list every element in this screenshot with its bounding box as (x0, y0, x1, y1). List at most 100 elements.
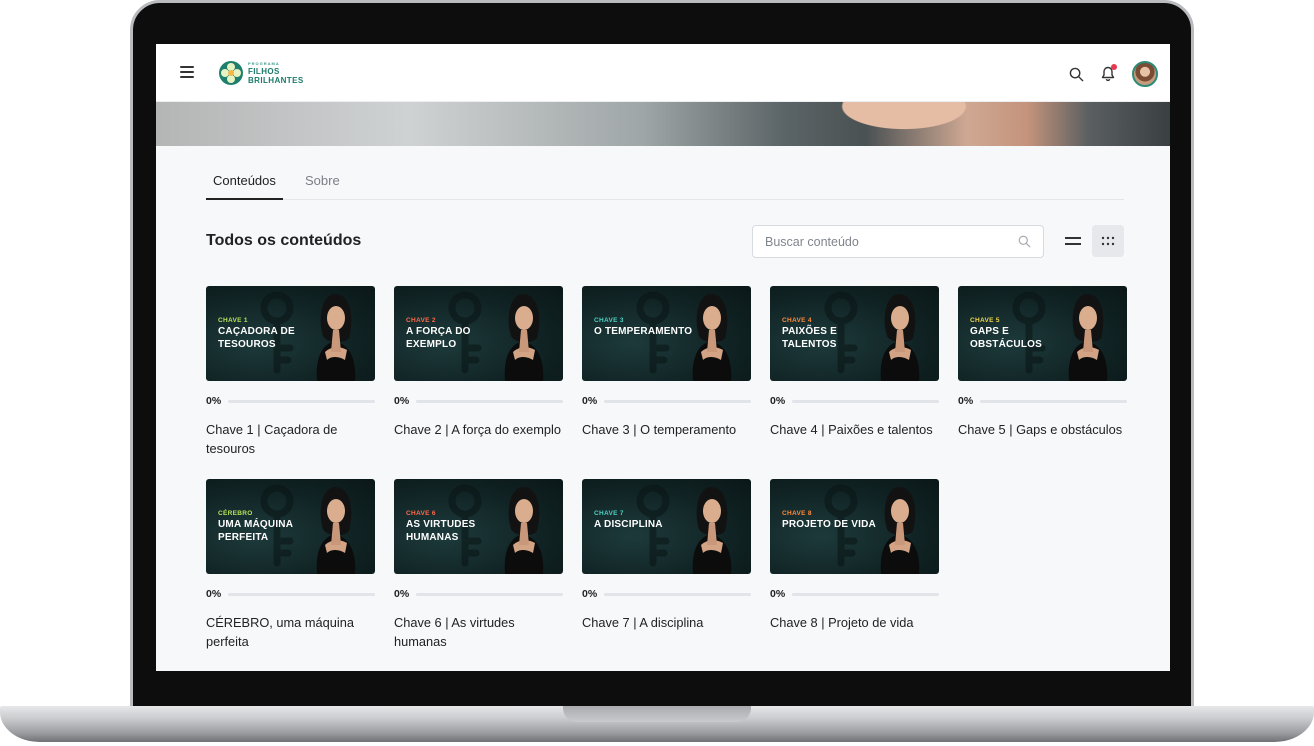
progress-percent: 0% (394, 588, 410, 600)
card-title[interactable]: Chave 1 | Caçadora de tesouros (206, 420, 375, 458)
card-thumb-title: AS VIRTUDES HUMANAS (406, 519, 476, 543)
tabs: Conteúdos Sobre (206, 170, 1124, 200)
card-thumb-title: A DISCIPLINA (594, 519, 663, 530)
progress-percent: 0% (394, 395, 410, 407)
app-screen: PROGRAMA FILHOS BRILHANTES Conteúdos Sob… (156, 44, 1170, 671)
logo-line-1: FILHOS (248, 67, 280, 76)
content-card-4[interactable]: CHAVE 4 PAIXÕES E TALENTOS 0% Chave 4 | … (770, 286, 939, 439)
content-card-9[interactable]: CHAVE 8 PROJETO DE VIDA 0% Chave 8 | Pro… (770, 479, 939, 632)
hero-banner (156, 102, 1170, 146)
search-icon (1069, 67, 1083, 81)
card-thumbnail: CHAVE 3 O TEMPERAMENTO (582, 286, 751, 381)
card-title[interactable]: Chave 6 | As virtudes humanas (394, 613, 563, 651)
card-title[interactable]: Chave 2 | A força do exemplo (394, 420, 563, 439)
card-title[interactable]: Chave 8 | Projeto de vida (770, 613, 939, 632)
card-progress: 0% (770, 588, 939, 600)
card-chave-label: CHAVE 7 (594, 510, 624, 517)
card-thumb-title: PAIXÕES E TALENTOS (782, 326, 837, 350)
laptop-notch (563, 706, 751, 722)
hamburger-icon[interactable] (180, 66, 194, 78)
logo-text: PROGRAMA FILHOS BRILHANTES (248, 61, 304, 85)
search-icon (1018, 235, 1031, 248)
card-chave-label: CHAVE 5 (970, 317, 1000, 324)
card-chave-label: CHAVE 4 (782, 317, 812, 324)
content-card-8[interactable]: CHAVE 7 A DISCIPLINA 0% Chave 7 | A disc… (582, 479, 751, 632)
content-card-3[interactable]: CHAVE 3 O TEMPERAMENTO 0% Chave 3 | O te… (582, 286, 751, 439)
logo-icon (219, 61, 243, 85)
card-progress: 0% (582, 588, 751, 600)
progress-bar (416, 592, 563, 596)
tab-conteudos[interactable]: Conteúdos (206, 170, 283, 200)
avatar[interactable] (1132, 61, 1158, 87)
content-card-1[interactable]: CHAVE 1 CAÇADORA DE TESOUROS 0% Chave 1 … (206, 286, 375, 458)
progress-bar (228, 592, 375, 596)
card-thumb-title: O TEMPERAMENTO (594, 326, 693, 337)
card-progress: 0% (394, 395, 563, 407)
progress-percent: 0% (582, 588, 598, 600)
notification-dot (1111, 64, 1117, 70)
card-thumb-title: UMA MÁQUINA PERFEITA (218, 519, 293, 543)
progress-bar (792, 592, 939, 596)
progress-percent: 0% (206, 588, 222, 600)
card-title[interactable]: Chave 7 | A disciplina (582, 613, 751, 632)
card-thumb-title: CAÇADORA DE TESOUROS (218, 326, 295, 350)
card-chave-label: CHAVE 1 (218, 317, 248, 324)
card-progress: 0% (582, 395, 751, 407)
content-card-2[interactable]: CHAVE 2 A FORÇA DO EXEMPLO 0% Chave 2 | … (394, 286, 563, 439)
logo[interactable]: PROGRAMA FILHOS BRILHANTES (218, 60, 304, 86)
search-button[interactable] (1064, 62, 1088, 86)
card-chave-label: CHAVE 3 (594, 317, 624, 324)
card-thumbnail: CHAVE 8 PROJETO DE VIDA (770, 479, 939, 574)
card-thumb-title: PROJETO DE VIDA (782, 519, 876, 530)
progress-bar (604, 399, 751, 403)
card-thumbnail: CHAVE 4 PAIXÕES E TALENTOS (770, 286, 939, 381)
card-title[interactable]: Chave 4 | Paixões e talentos (770, 420, 939, 439)
card-thumbnail: CHAVE 2 A FORÇA DO EXEMPLO (394, 286, 563, 381)
card-title[interactable]: Chave 5 | Gaps e obstáculos (958, 420, 1127, 439)
card-title[interactable]: Chave 3 | O temperamento (582, 420, 751, 439)
progress-bar (792, 399, 939, 403)
search-input[interactable] (753, 226, 1003, 257)
progress-percent: 0% (770, 395, 786, 407)
card-thumb-title: GAPS E OBSTÁCULOS (970, 326, 1042, 350)
card-thumbnail: CHAVE 7 A DISCIPLINA (582, 479, 751, 574)
card-progress: 0% (958, 395, 1127, 407)
progress-bar (604, 592, 751, 596)
top-bar: PROGRAMA FILHOS BRILHANTES (156, 44, 1170, 102)
list-view-icon (1065, 237, 1081, 245)
progress-percent: 0% (770, 588, 786, 600)
logo-line-2: BRILHANTES (248, 76, 304, 85)
content-card-5[interactable]: CHAVE 5 GAPS E OBSTÁCULOS 0% Chave 5 | G… (958, 286, 1127, 439)
card-chave-label: CHAVE 6 (406, 510, 436, 517)
tab-sobre[interactable]: Sobre (298, 170, 347, 200)
progress-percent: 0% (582, 395, 598, 407)
card-thumb-title: A FORÇA DO EXEMPLO (406, 326, 471, 350)
card-chave-label: CHAVE 2 (406, 317, 436, 324)
content-card-6[interactable]: CÉREBRO UMA MÁQUINA PERFEITA 0% CÉREBRO,… (206, 479, 375, 651)
card-thumbnail: CÉREBRO UMA MÁQUINA PERFEITA (206, 479, 375, 574)
hero-image (796, 102, 976, 146)
card-progress: 0% (394, 588, 563, 600)
card-thumbnail: CHAVE 1 CAÇADORA DE TESOUROS (206, 286, 375, 381)
card-thumbnail: CHAVE 5 GAPS E OBSTÁCULOS (958, 286, 1127, 381)
grid-view-icon (1101, 236, 1115, 246)
progress-bar (416, 399, 563, 403)
card-progress: 0% (206, 588, 375, 600)
section-title: Todos os conteúdos (206, 232, 362, 249)
progress-bar (228, 399, 375, 403)
card-progress: 0% (206, 395, 375, 407)
progress-bar (980, 399, 1127, 403)
card-thumbnail: CHAVE 6 AS VIRTUDES HUMANAS (394, 479, 563, 574)
search-box (752, 225, 1044, 258)
card-chave-label: CHAVE 8 (782, 510, 812, 517)
progress-percent: 0% (206, 395, 222, 407)
card-chave-label: CÉREBRO (218, 510, 253, 517)
card-title[interactable]: CÉREBRO, uma máquina perfeita (206, 613, 375, 651)
list-view-button[interactable] (1058, 225, 1088, 257)
top-actions (1056, 61, 1158, 87)
card-progress: 0% (770, 395, 939, 407)
grid-view-button[interactable] (1092, 225, 1124, 257)
progress-percent: 0% (958, 395, 974, 407)
content-card-7[interactable]: CHAVE 6 AS VIRTUDES HUMANAS 0% Chave 6 |… (394, 479, 563, 651)
notifications-button[interactable] (1096, 62, 1120, 86)
